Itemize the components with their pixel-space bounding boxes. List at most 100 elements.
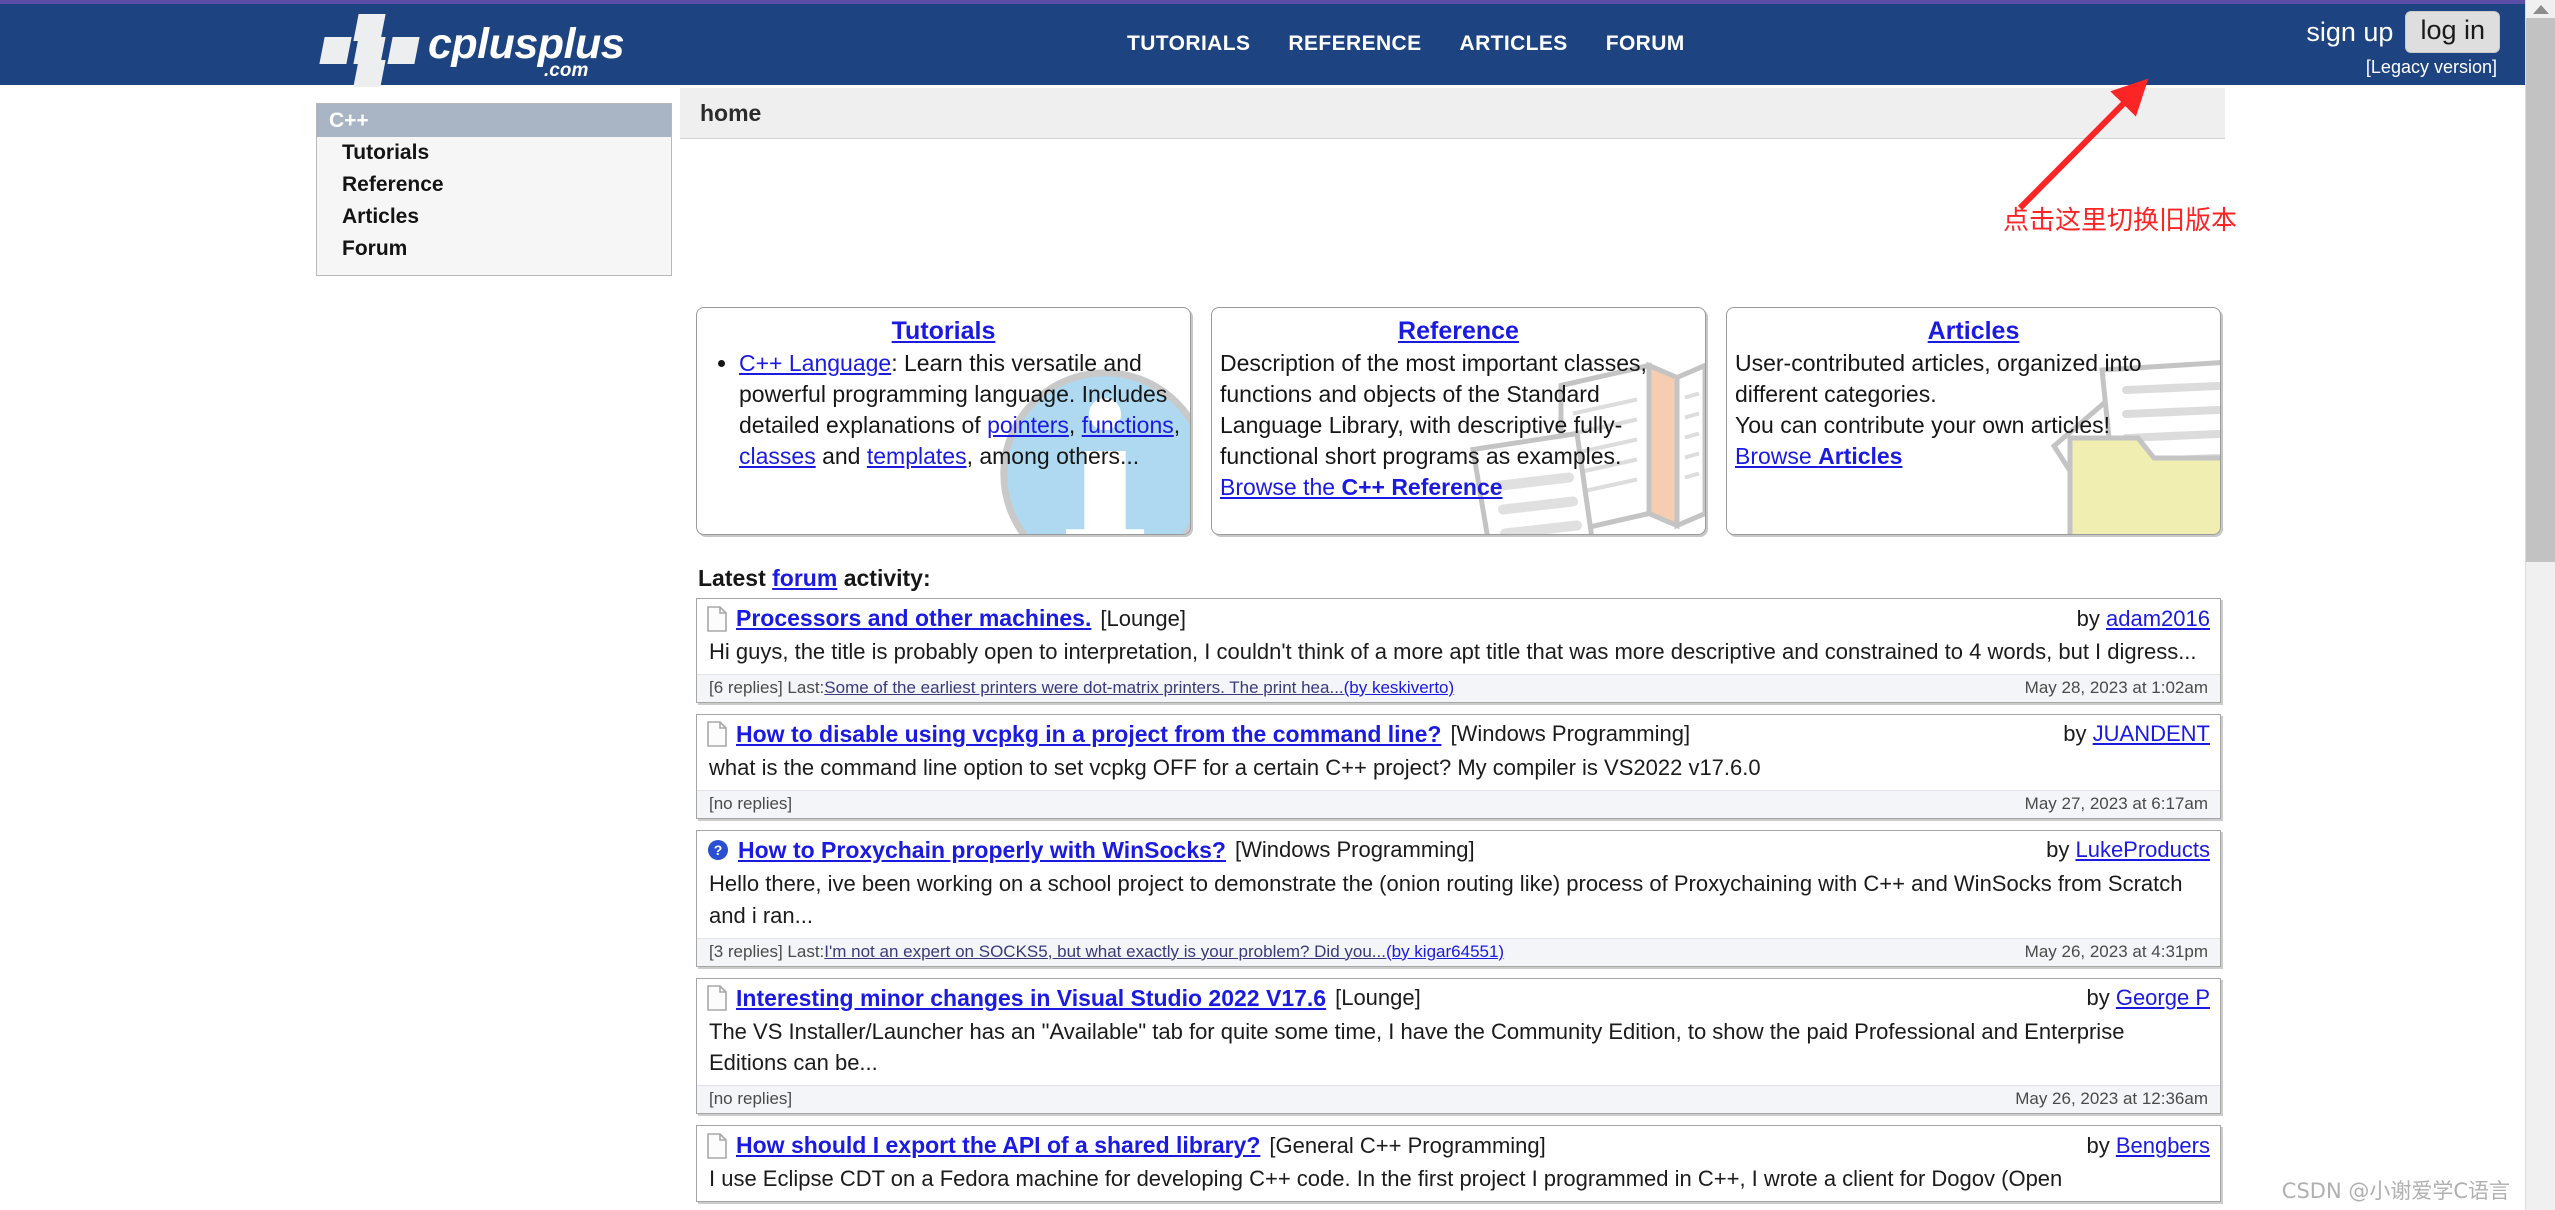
author-link[interactable]: Bengbers [2116,1133,2210,1158]
last-post-author[interactable]: (by keskiverto) [1344,678,1455,698]
thread-header: How should I export the API of a shared … [707,1132,2210,1161]
thread-excerpt: Hi guys, the title is probably open to i… [709,639,2197,664]
sep-3: and [815,443,867,470]
table-row[interactable]: Interesting minor changes in Visual Stud… [696,977,2221,1115]
reply-count: [3 replies] Last: [709,941,825,961]
link-cpp-language[interactable]: C++ Language [739,350,891,376]
sidebar-item-tutorials[interactable]: Tutorials [317,137,671,169]
list-item: C++ Language: Learn this versatile and p… [739,348,1182,472]
vertical-scrollbar[interactable] [2525,0,2555,1210]
browse-bold: C++ Reference [1341,474,1503,501]
latest-suffix: activity: [837,565,931,591]
nav-reference[interactable]: REFERENCE [1288,32,1421,56]
thread-title[interactable]: How to disable using vcpkg in a project … [736,721,1441,748]
author-link[interactable]: adam2016 [2106,606,2210,631]
thread-category: [Lounge] [1335,985,1421,1011]
thread-excerpt: Hello there, ive been working on a schoo… [709,870,2183,928]
page-root: cplusplus .com TUTORIALS REFERENCE ARTIC… [0,0,2555,1210]
thread-title[interactable]: Interesting minor changes in Visual Stud… [736,985,1326,1012]
reply-count: [no replies] [709,1089,793,1109]
link-browse-reference[interactable]: Browse the C++ Reference [1220,474,1503,500]
thread-category: [Lounge] [1100,605,1186,631]
annotation-text: 点击这里切换旧版本 [2003,206,2238,236]
last-post-link[interactable]: I'm not an expert on SOCKS5, but what ex… [824,942,1386,962]
reference-browse-line: Browse the C++ Reference [1220,472,1697,503]
site-logo[interactable]: cplusplus .com [316,12,636,87]
scrollbar-thumb[interactable] [2526,18,2555,562]
primary-nav: TUTORIALS REFERENCE ARTICLES FORUM [1127,32,1685,56]
nav-tutorials[interactable]: TUTORIALS [1127,32,1250,56]
legacy-version-link[interactable]: [Legacy version] [2366,57,2497,78]
thread-header: Interesting minor changes in Visual Stud… [707,985,2210,1014]
scroll-up-arrow-icon[interactable] [2526,0,2555,18]
table-row[interactable]: Processors and other machines. [Lounge] … [696,598,2221,703]
document-icon [707,605,727,632]
sidebar-title: C++ [317,104,671,137]
thread-footer: [no replies] May 26, 2023 at 12:36am [697,1085,2220,1114]
browse-bold: Articles [1818,443,1903,470]
articles-body-1: User-contributed articles, organized int… [1735,350,2142,408]
sidebar-item-reference[interactable]: Reference [317,169,671,201]
thread-author: by JUANDENT [2063,721,2210,747]
nav-forum[interactable]: FORUM [1606,32,1685,56]
nav-articles[interactable]: ARTICLES [1460,32,1568,56]
thread-footer: [3 replies] Last: I'm not an expert on S… [697,937,2220,966]
link-templates[interactable]: templates [867,443,967,469]
feature-title-tutorials[interactable]: Tutorials [705,317,1182,346]
sign-up-link[interactable]: sign up [2306,17,2393,48]
sep-2: , [1173,412,1181,439]
log-in-button[interactable]: log in [2405,11,2500,53]
svg-text:?: ? [714,842,723,858]
author-link[interactable]: JUANDENT [2093,721,2210,746]
breadcrumb-bar: home [680,88,2225,139]
by-label: by [2076,605,2107,631]
link-forum[interactable]: forum [772,565,837,591]
question-icon: ? [708,840,728,861]
link-functions[interactable]: functions [1082,412,1174,438]
site-header: cplusplus .com TUTORIALS REFERENCE ARTIC… [0,4,2525,87]
logo-wordmark: cplusplus [428,20,625,68]
account-actions: sign up log in [2306,11,2500,53]
tutorials-text-2: , among others... [966,443,1140,470]
thread-title[interactable]: How should I export the API of a shared … [736,1132,1260,1159]
sidebar-menu: C++ Tutorials Reference Articles Forum [316,103,672,276]
author-link[interactable]: LukeProducts [2075,837,2210,862]
thread-category: [General C++ Programming] [1269,1132,1546,1158]
csdn-watermark: CSDN @小谢爱学C语言 [2281,1179,2510,1203]
sidebar-item-forum[interactable]: Forum [317,233,671,265]
sidebar-item-articles[interactable]: Articles [317,201,671,233]
link-browse-articles[interactable]: Browse Articles [1735,443,1902,469]
thread-title[interactable]: How to Proxychain properly with WinSocks… [738,837,1226,864]
latest-prefix: Latest [698,565,773,591]
last-post-link[interactable]: Some of the earliest printers were dot-m… [824,678,1343,698]
thread-date: May 26, 2023 at 12:36am [2015,1089,2208,1109]
thread-author: by LukeProducts [2046,837,2210,863]
thread-category: [Windows Programming] [1450,721,1691,747]
last-post-author[interactable]: (by kigar64551) [1386,942,1504,962]
thread-author: by Bengbers [2086,1133,2210,1159]
thread-header: How to disable using vcpkg in a project … [707,721,2210,750]
forum-thread-list: Processors and other machines. [Lounge] … [696,598,2221,1210]
feature-box-articles: Articles User-contributed articles, orga… [1726,307,2221,535]
latest-activity-heading: Latest forum activity: [698,565,931,592]
feature-title-articles[interactable]: Articles [1735,317,2212,346]
author-link[interactable]: George P [2116,985,2210,1010]
sep-1: , [1068,412,1082,439]
by-label: by [2063,721,2093,747]
thread-category: [Windows Programming] [1234,837,1475,863]
document-icon [707,721,727,748]
table-row[interactable]: ? How to Proxychain properly with WinSoc… [696,829,2221,967]
thread-title[interactable]: Processors and other machines. [736,605,1091,632]
thread-author: by adam2016 [2077,606,2210,632]
table-row[interactable]: How should I export the API of a shared … [696,1125,2221,1203]
tutorials-list: C++ Language: Learn this versatile and p… [705,348,1182,472]
by-label: by [2086,1132,2116,1158]
by-label: by [2086,985,2116,1011]
link-classes[interactable]: classes [739,443,816,469]
by-label: by [2046,837,2076,863]
link-pointers[interactable]: pointers [987,412,1069,438]
reference-body: Description of the most important classe… [1220,350,1647,470]
thread-header: ? How to Proxychain properly with WinSoc… [707,837,2210,866]
feature-title-reference[interactable]: Reference [1220,317,1697,346]
table-row[interactable]: How to disable using vcpkg in a project … [696,713,2221,819]
